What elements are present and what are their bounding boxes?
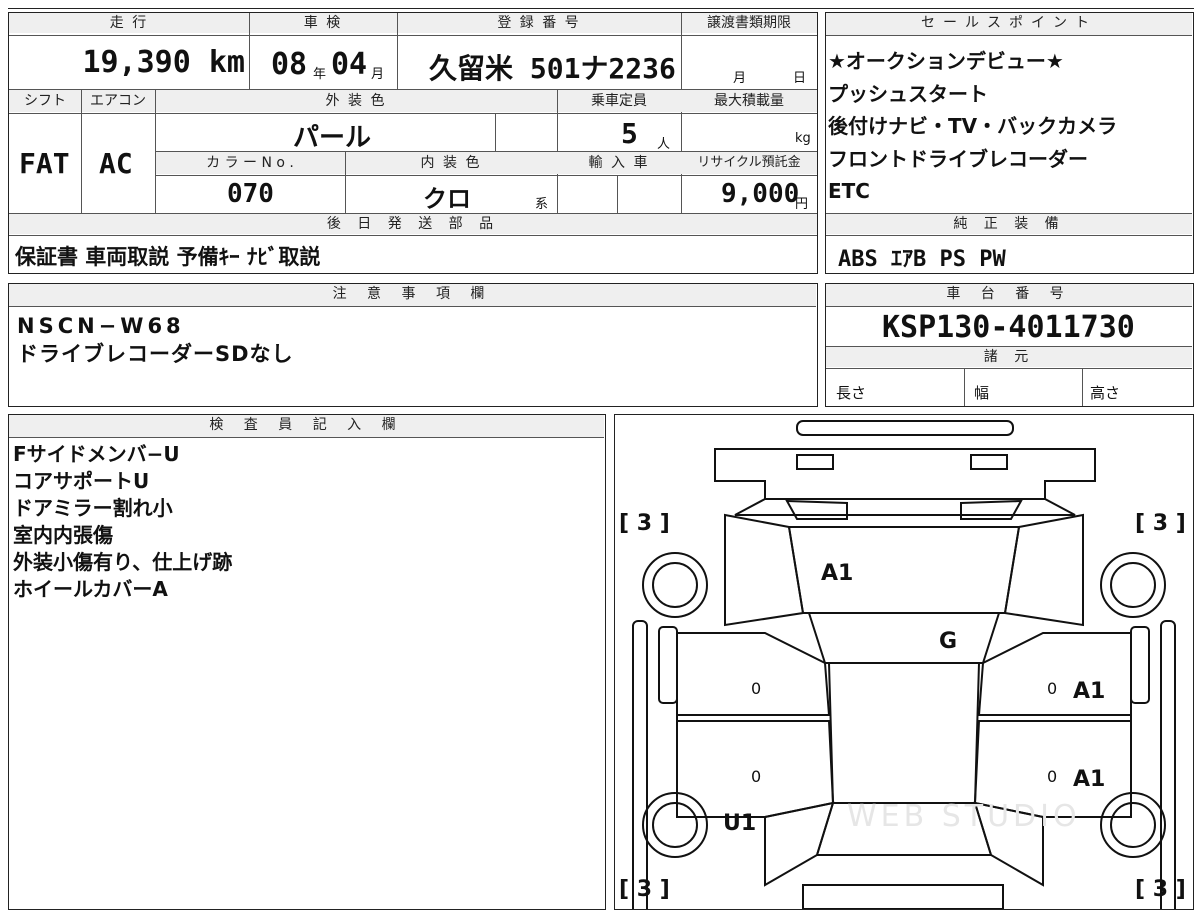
door-count-left-rear: 0: [751, 767, 762, 786]
recycle-value: 9,000: [721, 179, 800, 209]
chassis-box: 車 台 番 号 KSP130-4011730 諸 元 長さ 幅 高さ: [825, 283, 1194, 407]
recycle-label: リサイクル預託金: [697, 155, 801, 170]
sales-points-list: ★オークションデビュー★ プッシュスタート 後付けナビ・TV・バックカメラ フロ…: [828, 45, 1117, 208]
inspection-year: 08: [271, 47, 308, 82]
tread-front-right: [ 3 ]: [1135, 511, 1186, 536]
windshield-shape: [807, 612, 1001, 664]
spec-height: 高さ: [1090, 384, 1121, 402]
mark-right-rear-door: A1: [1073, 767, 1106, 792]
car-diagram-box: WEB STUDIO [ 3 ] [ 3 ] [ 3 ] [ 3 ] A1 G …: [614, 414, 1194, 910]
spec-width: 幅: [974, 384, 990, 402]
genuine-equipment-value: ABS ｴｱB PS PW: [838, 247, 1006, 272]
capacity-value: 5: [621, 117, 638, 150]
mark-windshield: G: [939, 629, 958, 654]
inspection-label: 車 検: [249, 13, 397, 33]
inspection-month-unit: 月: [371, 67, 385, 82]
door-count-right-rear: 0: [1047, 767, 1058, 786]
transfer-deadline-label: 譲渡書類期限: [681, 13, 817, 33]
top-cropped-row: [8, 0, 1194, 9]
sales-points-header: セールスポイント: [826, 13, 1192, 36]
notes-list: NSCN−W68 ドライブレコーダーSDなし: [17, 312, 294, 368]
inspector-line: 外装小傷有り、仕上げ跡: [13, 550, 233, 574]
deadline-day-unit: 日: [793, 71, 807, 86]
interior-color-suffix: 系: [535, 197, 549, 212]
recycle-unit: 円: [795, 197, 809, 212]
shift-value: FAT: [19, 147, 70, 180]
exterior-color-value: パール: [293, 123, 372, 153]
max-load-label: 最大積載量: [714, 93, 784, 109]
rear-bumper-shape: [802, 884, 1004, 909]
mark-left-rear-fender: U1: [723, 811, 757, 836]
car-diagram: [632, 420, 1176, 909]
mark-right-front-door: A1: [1073, 679, 1106, 704]
spec-length: 長さ: [836, 384, 867, 402]
chassis-header: 車 台 番 号: [826, 284, 1192, 307]
deadline-month-unit: 月: [733, 71, 747, 86]
headlight-left-shape: [785, 499, 848, 520]
sales-point-line: 後付けナビ・TV・バックカメラ: [828, 114, 1118, 138]
interior-color-value: クロ: [423, 185, 471, 213]
sales-points-box: セールスポイント ★オークションデビュー★ プッシュスタート 後付けナビ・TV・…: [825, 12, 1194, 274]
exterior-color-label: 外 装 色: [325, 93, 387, 109]
tread-rear-right: [ 3 ]: [1135, 877, 1186, 902]
notes-header: 注 意 事 項 欄: [9, 284, 816, 307]
mileage-value: 19,390 km: [82, 45, 245, 80]
aircon-value: AC: [99, 147, 133, 180]
sales-point-line: ETC: [828, 179, 870, 203]
later-parts-value: 保証書 車両取説 予備ｷｰ ﾅﾋﾞ取説: [15, 245, 321, 269]
front-bumper-shape: [714, 448, 1096, 500]
inspector-line: コアサポートU: [13, 469, 150, 493]
inspection-month: 04: [331, 47, 368, 82]
door-count-right-front: 0: [1047, 679, 1058, 698]
door-count-left-front: 0: [751, 679, 762, 698]
color-no-value: 070: [227, 179, 274, 209]
sales-point-line: プッシュスタート: [828, 81, 988, 106]
interior-color-label: 内 装 色: [420, 155, 482, 171]
capacity-unit: 人: [657, 137, 671, 152]
color-no-label: カ ラ ー N o .: [206, 155, 294, 171]
mileage-label: 走 行: [9, 13, 249, 33]
inspector-line: 室内内張傷: [13, 523, 113, 547]
vehicle-info-table: 走 行 車 検 登 録 番 号 譲渡書類期限 19,390 km 08 年 04…: [8, 12, 818, 274]
sales-point-line: ★オークションデビュー★: [828, 49, 1064, 73]
inspector-box: 検 査 員 記 入 欄 Fサイドメンバ−U コアサポートU ドアミラー割れ小 室…: [8, 414, 606, 910]
tread-front-left: [ 3 ]: [619, 511, 670, 536]
registration-value: 久留米 501ナ2236: [429, 52, 676, 85]
mark-hood: A1: [821, 561, 854, 586]
note-line: ドライブレコーダーSDなし: [17, 342, 294, 366]
inspector-line: Fサイドメンバ−U: [13, 442, 180, 466]
front-emblem-shape: [796, 420, 1014, 436]
max-load-unit: kg: [795, 131, 811, 146]
later-parts-label: 後 日 発 送 部 品: [9, 214, 817, 234]
inspector-list: Fサイドメンバ−U コアサポートU ドアミラー割れ小 室内内張傷 外装小傷有り、…: [13, 441, 232, 603]
capacity-label: 乗車定員: [591, 93, 647, 109]
import-label: 輸 入 車: [588, 155, 650, 171]
inspection-year-unit: 年: [313, 67, 327, 82]
sales-point-line: フロントドライブレコーダー: [828, 146, 1088, 171]
inspector-line: ホイールカバーA: [13, 577, 168, 601]
specs-header: 諸 元: [826, 347, 1192, 367]
aircon-label: エアコン: [90, 93, 146, 109]
headlight-right-shape: [960, 499, 1023, 520]
genuine-equipment-header: 純 正 装 備: [826, 214, 1192, 234]
chassis-number: KSP130-4011730: [882, 310, 1135, 345]
registration-label: 登 録 番 号: [397, 13, 681, 33]
note-line: NSCN−W68: [17, 314, 185, 338]
inspector-line: ドアミラー割れ小: [13, 496, 173, 520]
notes-box: 注 意 事 項 欄 NSCN−W68 ドライブレコーダーSDなし: [8, 283, 818, 407]
watermark: WEB STUDIO: [847, 799, 1081, 834]
tread-rear-left: [ 3 ]: [619, 877, 670, 902]
inspector-header: 検 査 員 記 入 欄: [9, 415, 604, 438]
roof-shape: [827, 662, 981, 804]
shift-label: シフト: [24, 93, 66, 109]
